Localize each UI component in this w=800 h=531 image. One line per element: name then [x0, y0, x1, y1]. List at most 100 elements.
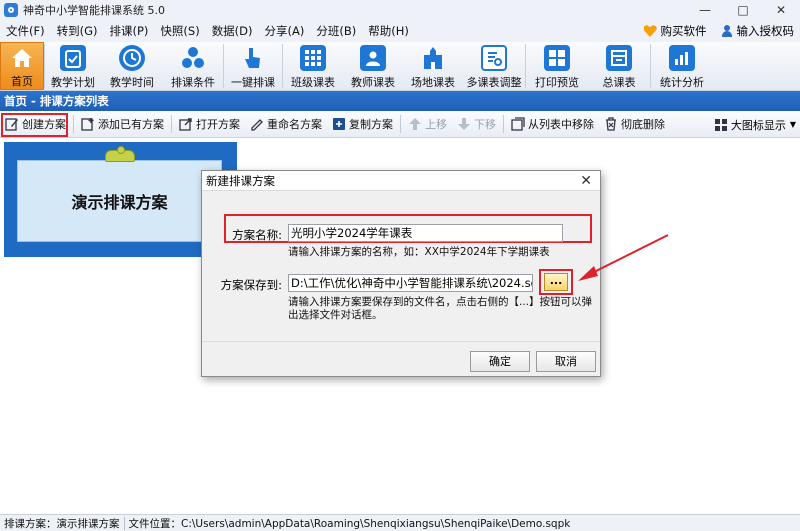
ribbon-venue-timetable-label: 场地课表 [411, 76, 455, 89]
save-path-hint-line-1: 请输入排课方案要保存到的文件名，点击右侧的【...】按钮可以弹 [288, 296, 593, 308]
open-plan-label: 打开方案 [196, 118, 240, 131]
ribbon-master-timetable-button[interactable]: 总课表 [588, 42, 650, 90]
ribbon-statistics-button[interactable]: 统计分析 [651, 42, 713, 90]
open-plan-button[interactable]: 打开方案 [174, 113, 245, 135]
remove-icon [511, 117, 525, 131]
clipboard-icon [60, 45, 86, 71]
section-title: 首页 - 排课方案列表 [0, 91, 800, 111]
copy-icon [333, 118, 345, 130]
menu-share[interactable]: 分享(A) [259, 20, 311, 42]
heart-icon [643, 25, 657, 37]
status-file-location: 文件位置：C:\Users\admin\AppData\Roaming\Shen… [128, 517, 571, 530]
ribbon-master-timetable-label: 总课表 [602, 76, 636, 89]
enter-license-link[interactable]: 输入授权码 [721, 23, 794, 39]
conditions-icon [180, 45, 206, 71]
ribbon-teaching-plan-button[interactable]: 教学计划 [45, 42, 101, 90]
rename-icon [251, 119, 263, 131]
buy-software-link[interactable]: 购买软件 [643, 23, 707, 39]
ribbon-teaching-time-button[interactable]: 教学时间 [101, 42, 163, 90]
print-preview-icon [544, 45, 570, 71]
chevron-down-icon: ▼ [789, 120, 796, 129]
menu-file[interactable]: 文件(F) [0, 20, 51, 42]
ribbon-teacher-timetable-label: 教师课表 [351, 76, 395, 89]
trash-icon [606, 117, 616, 131]
copy-plan-button[interactable]: 复制方案 [327, 113, 398, 135]
menu-snapshot[interactable]: 快照(S) [154, 20, 205, 42]
arrow-down-icon [458, 118, 470, 130]
clock-icon [119, 45, 145, 71]
ribbon-class-timetable-button[interactable]: 班级课表 [283, 42, 343, 90]
ribbon-one-click-button[interactable]: 一键排课 [224, 42, 282, 90]
rename-plan-button[interactable]: 重命名方案 [245, 113, 327, 135]
ribbon-statistics-label: 统计分析 [660, 76, 704, 89]
delete-permanently-label: 彻底删除 [621, 118, 665, 131]
minimize-button[interactable]: — [686, 0, 724, 20]
add-file-icon [81, 118, 94, 131]
clip-icon [105, 146, 135, 162]
save-path-input[interactable]: D:\工作\优化\神奇中小学智能排课系统\2024.sqpk [288, 274, 533, 292]
ribbon-conditions-label: 排课条件 [171, 76, 215, 89]
plan-name-hint: 请输入排课方案的名称，如：XX中学2024年下学期课表 [288, 246, 550, 258]
cancel-button[interactable]: 取消 [536, 351, 596, 372]
menu-data[interactable]: 数据(D) [206, 20, 259, 42]
move-up-label: 上移 [425, 118, 447, 131]
plan-name-input[interactable]: 光明小学2024学年课表 [288, 224, 563, 242]
rename-plan-label: 重命名方案 [267, 118, 322, 131]
menu-goto[interactable]: 转到(G) [51, 20, 104, 42]
menu-help[interactable]: 帮助(H) [362, 20, 415, 42]
ok-button[interactable]: 确定 [470, 351, 530, 372]
move-down-label: 下移 [474, 118, 496, 131]
ribbon-home-button[interactable]: 首页 [0, 42, 44, 90]
menu-bar: 文件(F) 转到(G) 排课(P) 快照(S) 数据(D) 分享(A) 分班(B… [0, 20, 800, 42]
home-icon [9, 46, 35, 70]
delete-permanently-button[interactable]: 彻底删除 [599, 113, 670, 135]
plan-name-label: 方案名称: [232, 228, 282, 242]
dialog-title-bar: 新建排课方案 ✕ [202, 171, 600, 191]
status-plan: 排课方案：演示排课方案 [4, 517, 120, 530]
status-bar: 排课方案：演示排课方案 文件位置：C:\Users\admin\AppData\… [0, 514, 800, 531]
menu-schedule[interactable]: 排课(P) [103, 20, 154, 42]
ribbon-teaching-time-label: 教学时间 [110, 76, 154, 89]
new-plan-dialog: 新建排课方案 ✕ 方案名称: 光明小学2024学年课表 请输入排课方案的名称，如… [201, 170, 601, 377]
multi-adjust-icon [481, 45, 507, 71]
class-timetable-icon [300, 45, 326, 71]
venue-timetable-icon [420, 45, 446, 71]
ribbon-multi-adjust-button[interactable]: 多课表调整 [463, 42, 525, 90]
title-bar: 神奇中小学智能排课系统 5.0 — □ ✕ [0, 0, 800, 20]
ribbon-print-preview-label: 打印预览 [535, 76, 579, 89]
ribbon-print-preview-button[interactable]: 打印预览 [526, 42, 588, 90]
ribbon-teaching-plan-label: 教学计划 [51, 76, 95, 89]
ribbon-toolbar: 首页 教学计划 教学时间 排课条件 一键排课 班级课表 教师课表 场地课表 多课… [0, 42, 800, 91]
one-click-icon [240, 45, 266, 71]
ribbon-teacher-timetable-button[interactable]: 教师课表 [343, 42, 403, 90]
app-logo-icon [4, 3, 18, 17]
statistics-icon [669, 45, 695, 71]
ribbon-one-click-label: 一键排课 [231, 76, 275, 89]
menu-class-split[interactable]: 分班(B) [310, 20, 362, 42]
teacher-timetable-icon [360, 45, 386, 71]
dialog-title: 新建排课方案 [206, 174, 275, 188]
add-existing-plan-button[interactable]: 添加已有方案 [76, 113, 169, 135]
open-icon [179, 118, 192, 131]
ribbon-venue-timetable-button[interactable]: 场地课表 [403, 42, 463, 90]
ribbon-home-label: 首页 [11, 75, 33, 88]
remove-from-list-button[interactable]: 从列表中移除 [506, 113, 599, 135]
plan-card-name: 演示排课方案 [17, 160, 222, 242]
save-path-hint-line-2: 出选择文件对话框。 [288, 309, 383, 321]
move-up-button[interactable]: 上移 [403, 113, 452, 135]
arrow-up-icon [409, 118, 421, 130]
ribbon-conditions-button[interactable]: 排课条件 [163, 42, 223, 90]
dialog-close-button[interactable]: ✕ [580, 171, 592, 191]
master-timetable-icon [606, 45, 632, 71]
move-down-button[interactable]: 下移 [452, 113, 501, 135]
copy-plan-label: 复制方案 [349, 118, 393, 131]
remove-from-list-label: 从列表中移除 [528, 118, 594, 131]
browse-button[interactable]: ... [544, 273, 568, 291]
user-icon [721, 25, 733, 37]
plan-toolbar: 创建方案 添加已有方案 打开方案 重命名方案 复制方案 上移 下移 从列表中移除… [0, 111, 800, 138]
view-mode-dropdown[interactable]: 大图标显示 ▼ [714, 111, 796, 138]
close-button[interactable]: ✕ [762, 0, 800, 20]
maximize-button[interactable]: □ [724, 0, 762, 20]
buy-software-label: 购买软件 [660, 24, 707, 38]
view-mode-label: 大图标显示 [730, 118, 786, 132]
